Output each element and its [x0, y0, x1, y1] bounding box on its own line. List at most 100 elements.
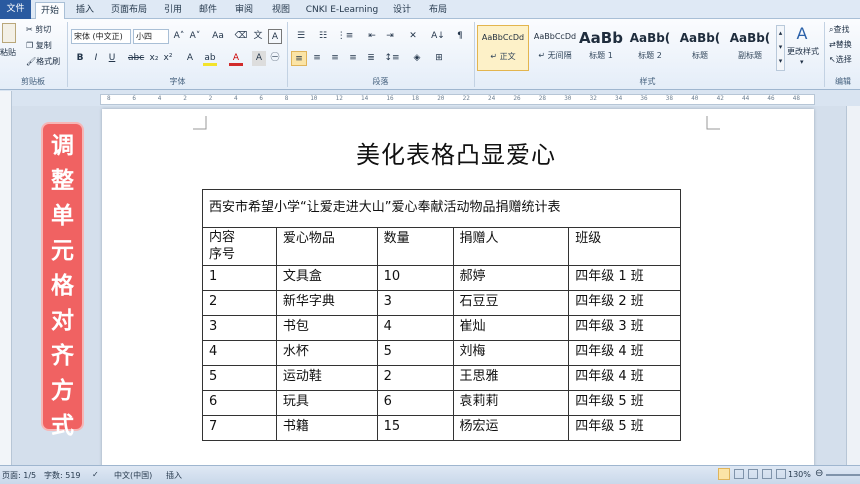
full-screen-icon[interactable]: [734, 469, 744, 479]
increase-indent-icon[interactable]: ⇥: [382, 29, 398, 44]
strike-icon[interactable]: abc: [128, 51, 144, 66]
row-quantity-cell[interactable]: 2: [376, 365, 454, 391]
row-item-cell[interactable]: 运动鞋: [275, 365, 378, 391]
align-right-icon[interactable]: ≡: [327, 51, 343, 66]
row-quantity-cell[interactable]: 5: [376, 340, 454, 366]
text-direction-icon[interactable]: ✕: [404, 29, 422, 44]
web-layout-icon[interactable]: [748, 469, 758, 479]
font-color-icon[interactable]: A: [229, 51, 243, 66]
tab-review[interactable]: 审阅: [231, 2, 257, 19]
char-shading-icon[interactable]: A: [252, 51, 266, 66]
row-index-cell[interactable]: 1: [202, 265, 277, 291]
header-cell-quantity[interactable]: 数量: [376, 227, 454, 266]
row-item-cell[interactable]: 新华字典: [275, 290, 378, 316]
tab-references[interactable]: 引用: [160, 2, 186, 19]
row-item-cell[interactable]: 玩具: [275, 390, 378, 416]
row-index-cell[interactable]: 5: [202, 365, 277, 391]
row-index-cell[interactable]: 4: [202, 340, 277, 366]
tab-file[interactable]: 文件: [0, 0, 31, 19]
paste-button[interactable]: 粘贴: [0, 47, 16, 58]
row-donor-cell[interactable]: 石豆豆: [452, 290, 570, 316]
row-quantity-cell[interactable]: 10: [376, 265, 454, 291]
font-name-combo[interactable]: 宋体 (中文正): [71, 29, 131, 44]
superscript-icon[interactable]: x²: [162, 51, 174, 66]
row-class-cell[interactable]: 四年级 1 班: [568, 265, 681, 291]
vertical-scrollbar[interactable]: [846, 106, 860, 465]
shrink-font-icon[interactable]: A˅: [188, 29, 202, 44]
page-count[interactable]: 页面: 1/5: [2, 470, 36, 481]
format-painter-button[interactable]: 🖌格式刷: [26, 56, 60, 67]
decrease-indent-icon[interactable]: ⇤: [364, 29, 380, 44]
row-item-cell[interactable]: 水杯: [275, 340, 378, 366]
style-normal[interactable]: AaBbCcDd ↵ 正文: [477, 25, 529, 71]
font-size-combo[interactable]: 小四: [133, 29, 169, 44]
styles-scroll-button[interactable]: ▴ ▾ ▾: [776, 25, 785, 71]
insert-mode[interactable]: 插入: [166, 470, 182, 481]
tab-cnki[interactable]: CNKI E-Learning: [304, 2, 380, 19]
table-caption[interactable]: 西安市希望小学“让爱走进大山”爱心奉献活动物品捐赠统计表: [202, 189, 681, 228]
header-cell-diagonal[interactable]: 内容 序号: [202, 227, 277, 266]
style-no-spacing[interactable]: AaBbCcDd ↵ 无间隔: [529, 25, 581, 71]
align-center-icon[interactable]: ≡: [309, 51, 325, 66]
row-index-cell[interactable]: 3: [202, 315, 277, 341]
document-title[interactable]: 美化表格凸显爱心: [100, 135, 812, 170]
line-spacing-icon[interactable]: ↕≡: [384, 51, 400, 66]
row-quantity-cell[interactable]: 6: [376, 390, 454, 416]
justify-icon[interactable]: ≡: [345, 51, 361, 66]
row-index-cell[interactable]: 2: [202, 290, 277, 316]
align-left-icon[interactable]: ≡: [291, 51, 307, 66]
tab-view[interactable]: 视图: [268, 2, 294, 19]
header-cell-item[interactable]: 爱心物品: [275, 227, 378, 266]
header-cell-donor[interactable]: 捐赠人: [452, 227, 570, 266]
clear-format-icon[interactable]: ⌫: [234, 29, 248, 44]
word-count[interactable]: 字数: 519: [44, 470, 81, 481]
bold-icon[interactable]: B: [74, 51, 86, 66]
proofing-icon[interactable]: ✓: [92, 470, 99, 479]
print-layout-icon[interactable]: [718, 468, 730, 480]
subscript-icon[interactable]: x₂: [148, 51, 160, 66]
row-donor-cell[interactable]: 袁莉莉: [452, 390, 570, 416]
tab-home[interactable]: 开始: [35, 2, 65, 20]
row-donor-cell[interactable]: 杨宏运: [452, 415, 570, 441]
tab-mailings[interactable]: 邮件: [195, 2, 221, 19]
row-donor-cell[interactable]: 崔灿: [452, 315, 570, 341]
tab-page-layout[interactable]: 页面布局: [106, 2, 152, 19]
change-styles-button[interactable]: 更改样式: [787, 46, 819, 57]
row-index-cell[interactable]: 7: [202, 415, 277, 441]
select-button[interactable]: ↖选择: [829, 54, 852, 65]
outline-icon[interactable]: [762, 469, 772, 479]
grow-font-icon[interactable]: A˄: [172, 29, 186, 44]
row-class-cell[interactable]: 四年级 3 班: [568, 315, 681, 341]
replace-button[interactable]: ⇄替换: [829, 39, 852, 50]
row-donor-cell[interactable]: 刘梅: [452, 340, 570, 366]
borders-icon[interactable]: ⊞: [430, 51, 448, 66]
char-border-icon[interactable]: A: [268, 29, 282, 44]
vertical-ruler[interactable]: [0, 91, 12, 465]
zoom-out-icon[interactable]: ⊖: [815, 468, 823, 479]
row-index-cell[interactable]: 6: [202, 390, 277, 416]
horizontal-ruler[interactable]: 8 6 4 2 2 4 6 8 10 12 14 16 18 20 22 24 26 28 30 32 34 36 38 40…: [100, 94, 815, 105]
row-quantity-cell[interactable]: 4: [376, 315, 454, 341]
numbering-icon[interactable]: ☷: [314, 29, 332, 44]
style-heading-1[interactable]: AaBb 标题 1: [579, 25, 623, 71]
copy-button[interactable]: ❐ 复制: [26, 40, 52, 51]
row-class-cell[interactable]: 四年级 5 班: [568, 415, 681, 441]
row-class-cell[interactable]: 四年级 5 班: [568, 390, 681, 416]
italic-icon[interactable]: I: [90, 51, 102, 66]
distributed-icon[interactable]: ≣: [363, 51, 379, 66]
sort-icon[interactable]: A↓: [430, 29, 446, 44]
style-title[interactable]: AaBb( 标题: [676, 25, 724, 71]
zoom-level[interactable]: 130%: [788, 470, 811, 479]
tab-insert[interactable]: 插入: [72, 2, 98, 19]
row-donor-cell[interactable]: 王思雅: [452, 365, 570, 391]
donation-table[interactable]: 西安市希望小学“让爱走进大山”爱心奉献活动物品捐赠统计表 内容 序号 爱心物品 …: [202, 189, 681, 441]
row-item-cell[interactable]: 书包: [275, 315, 378, 341]
text-effect-icon[interactable]: A: [183, 51, 197, 66]
row-item-cell[interactable]: 书籍: [275, 415, 378, 441]
shading-icon[interactable]: ◈: [408, 51, 426, 66]
change-case-icon[interactable]: Aa: [209, 29, 227, 44]
row-donor-cell[interactable]: 郝婷: [452, 265, 570, 291]
row-quantity-cell[interactable]: 15: [376, 415, 454, 441]
phonetic-icon[interactable]: 文: [251, 29, 265, 44]
language[interactable]: 中文(中国): [114, 470, 152, 481]
